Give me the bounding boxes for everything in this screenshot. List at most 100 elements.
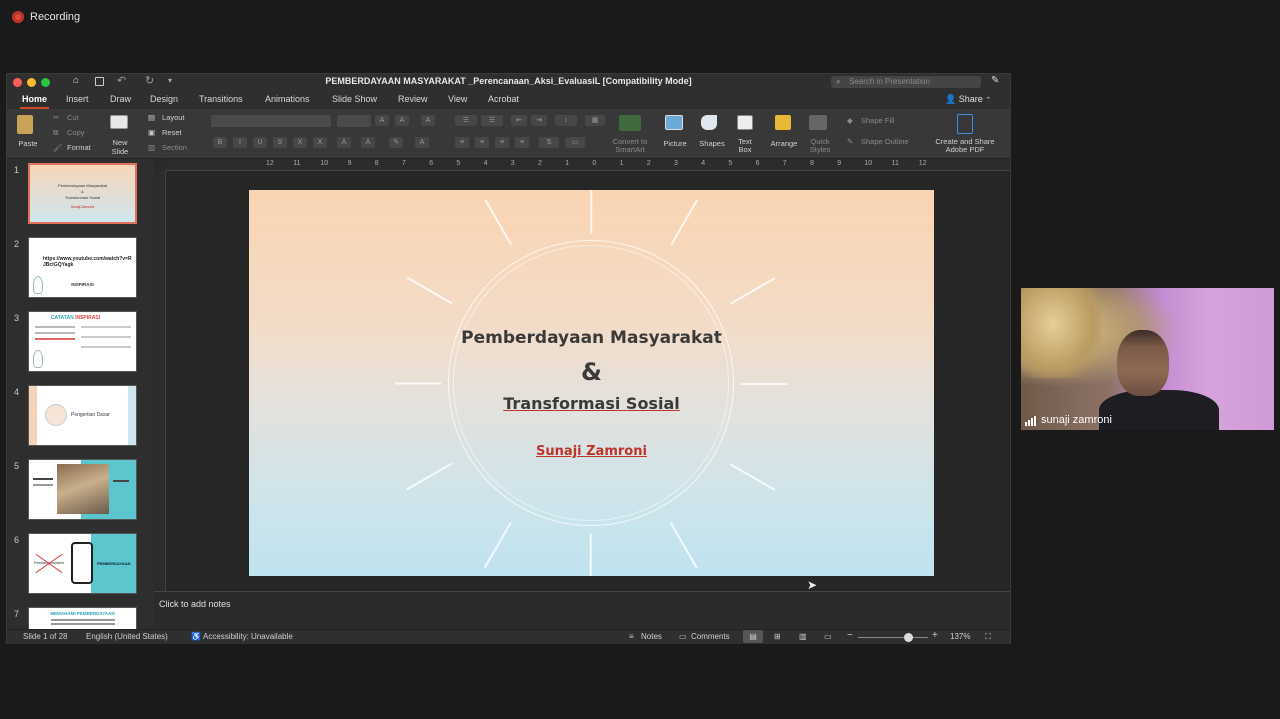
superscript-icon[interactable]: X (293, 137, 307, 148)
highlight-icon[interactable]: ✎ (389, 137, 403, 148)
create-share-pdf-button[interactable]: Create and Share Adobe PDF (931, 138, 999, 154)
tab-home[interactable]: Home (19, 94, 50, 109)
bold-icon[interactable]: B (213, 137, 227, 148)
tab-view[interactable]: View (448, 94, 467, 104)
reset-button[interactable]: Reset (162, 128, 182, 137)
slide-thumbnail-3[interactable]: CATATAN INSPIRASI (28, 311, 137, 372)
feedback-icon[interactable]: ✎ (991, 75, 999, 86)
accessibility-status[interactable]: Accessibility: Unavailable (203, 632, 293, 641)
text-box-button[interactable]: Text Box (733, 138, 757, 154)
reading-view-icon[interactable]: ▥ (799, 632, 807, 641)
align-center-icon[interactable]: ≡ (475, 137, 489, 148)
increase-font-icon[interactable]: A (375, 115, 389, 126)
paste-icon[interactable] (17, 115, 33, 134)
slide-thumbnail-1[interactable]: Pemberdayaan Masyarakat & Transformasi S… (28, 163, 137, 224)
numbering-icon[interactable]: ☰ (481, 115, 503, 126)
decrease-font-icon[interactable]: A (395, 115, 409, 126)
sunburst-ray (590, 533, 592, 576)
font-size-field[interactable] (337, 115, 371, 127)
zoom-slider-handle[interactable] (903, 633, 913, 642)
layout-button[interactable]: Layout (162, 113, 185, 122)
quick-styles-button[interactable]: Quick Styles (805, 138, 835, 154)
fit-slide-icon[interactable]: ⛶ (985, 632, 991, 642)
notes-button[interactable]: Notes (641, 632, 662, 641)
shapes-icon[interactable] (701, 115, 717, 130)
align-right-icon[interactable]: ≡ (495, 137, 509, 148)
align-left-icon[interactable]: ≡ (455, 137, 469, 148)
participant-video-tile[interactable]: sunaji zamroni (1021, 288, 1274, 430)
slide-ampersand[interactable]: & (249, 358, 934, 386)
comments-button[interactable]: Comments (691, 632, 730, 641)
outdent-icon[interactable]: ⇤ (511, 115, 527, 126)
bullets-icon[interactable]: ☰ (455, 115, 477, 126)
columns-icon[interactable]: ▦ (585, 115, 605, 126)
normal-view-icon[interactable]: ▤ (743, 630, 763, 643)
slide-sorter-icon[interactable]: ⊞ (774, 632, 781, 641)
tab-transitions[interactable]: Transitions (199, 94, 243, 104)
adobe-pdf-icon[interactable] (957, 114, 973, 134)
arrange-button[interactable]: Arrange (767, 139, 801, 148)
slide-thumbnail-5[interactable] (28, 459, 137, 520)
cut-button[interactable]: Cut (67, 113, 79, 122)
format-painter-button[interactable]: Format (67, 143, 91, 152)
underline-icon[interactable]: U (253, 137, 267, 148)
arrange-icon[interactable] (775, 115, 791, 130)
shape-outline-button[interactable]: Shape Outline (861, 137, 909, 146)
font-name-field[interactable] (211, 115, 331, 127)
paste-button[interactable]: Paste (13, 139, 43, 148)
clear-format-icon[interactable]: A (421, 115, 435, 126)
section-button[interactable]: Section (162, 143, 187, 152)
search-input[interactable]: ⌕ Search in Presentation (831, 76, 981, 88)
slide-title[interactable]: Pemberdayaan Masyarakat (249, 328, 934, 348)
slide-thumbnail-6[interactable]: Pembangunanisme PEMBERDAYAAN (28, 533, 137, 594)
char-spacing-icon[interactable]: A (337, 137, 351, 148)
tab-animations[interactable]: Animations (265, 94, 310, 104)
zoom-in-icon[interactable]: + (932, 630, 938, 641)
accessibility-icon: ♿ (191, 632, 201, 641)
tab-review[interactable]: Review (398, 94, 428, 104)
line-spacing-icon[interactable]: ↕ (555, 115, 577, 126)
tab-draw[interactable]: Draw (110, 94, 131, 104)
shape-fill-button[interactable]: Shape Fill (861, 116, 894, 125)
copy-button[interactable]: Copy (67, 128, 85, 137)
slide-thumbnail-4[interactable]: Pengertian Dasar (28, 385, 137, 446)
quick-styles-icon[interactable] (809, 115, 827, 130)
notes-placeholder[interactable]: Click to add notes (159, 599, 231, 609)
thumbnail-number: 4 (14, 387, 20, 397)
language-indicator[interactable]: English (United States) (86, 632, 168, 641)
text-direction-icon[interactable]: ⇅ (539, 137, 559, 148)
tab-design[interactable]: Design (150, 94, 178, 104)
change-case-icon[interactable]: A (361, 137, 375, 148)
zoom-out-icon[interactable]: − (847, 630, 853, 641)
subscript-icon[interactable]: X (313, 137, 327, 148)
align-text-icon[interactable]: ▭ (565, 137, 585, 148)
justify-icon[interactable]: ≡ (515, 137, 529, 148)
zoom-slider[interactable] (858, 637, 928, 638)
notes-pane[interactable]: Click to add notes (154, 591, 1010, 629)
current-slide[interactable]: Pemberdayaan Masyarakat & Transformasi S… (249, 190, 934, 576)
picture-button[interactable]: Picture (659, 139, 691, 148)
slide-thumbnail-2[interactable]: https://www.youtube.com/watch?v=RJBctGQY… (28, 237, 137, 298)
zoom-level[interactable]: 137% (950, 632, 970, 641)
tab-slide-show[interactable]: Slide Show (332, 94, 377, 104)
ribbon-tabs: Home Insert Draw Design Transitions Anim… (7, 91, 1010, 109)
slide-thumbnail-7[interactable]: MEMAHAMI PEMBERDAYAAN (28, 607, 137, 629)
convert-smartart-button[interactable]: Convert to SmartArt (607, 138, 653, 154)
new-slide-icon[interactable] (110, 115, 128, 129)
shapes-button[interactable]: Shapes (695, 139, 729, 148)
tab-insert[interactable]: Insert (66, 94, 89, 104)
indent-icon[interactable]: ⇥ (531, 115, 547, 126)
new-slide-button[interactable]: New Slide (105, 138, 135, 156)
strikethrough-icon[interactable]: S (273, 137, 287, 148)
font-color-icon[interactable]: A (415, 137, 429, 148)
slideshow-icon[interactable]: ▭ (824, 632, 832, 641)
slide-author[interactable]: Sunaji Zamroni (249, 444, 934, 459)
share-button[interactable]: 👤 Share ⌃ (945, 94, 991, 105)
italic-icon[interactable]: I (233, 137, 247, 148)
smartart-icon[interactable] (619, 115, 641, 131)
slide-subtitle[interactable]: Transformasi Sosial (249, 394, 934, 413)
tab-acrobat[interactable]: Acrobat (488, 94, 519, 104)
picture-icon[interactable] (665, 115, 683, 130)
text-box-icon[interactable] (737, 115, 753, 130)
title-bar: ⌂ ↶ ↻ ▾ PEMBERDAYAAN MASYARAKAT _Perenca… (7, 74, 1010, 91)
